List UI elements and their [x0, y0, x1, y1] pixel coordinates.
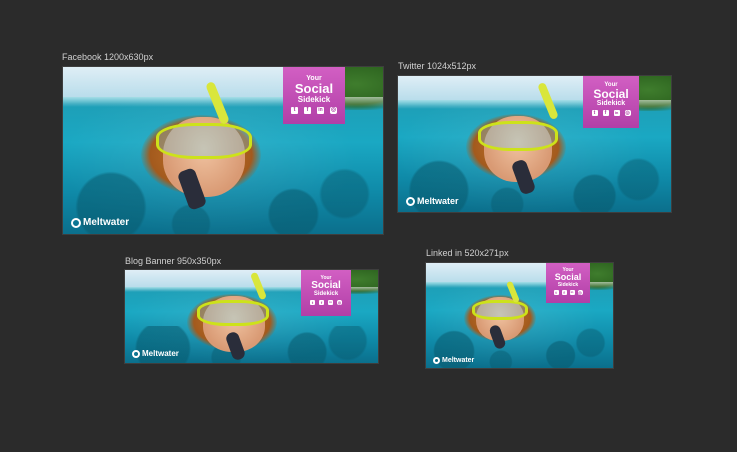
meltwater-logo-text: Meltwater: [417, 196, 459, 206]
meltwater-logo: Meltwater: [433, 357, 474, 364]
badge-line-sidekick: Sidekick: [313, 291, 339, 297]
twitter-icon: t: [553, 290, 559, 295]
social-icons: t f in ◎: [583, 110, 639, 116]
meltwater-mark-icon: [433, 357, 440, 364]
instagram-icon: ◎: [330, 107, 337, 114]
linkedin-icon: in: [317, 107, 324, 114]
facebook-icon: f: [561, 290, 567, 295]
snorkel-mask: [156, 123, 252, 159]
instagram-icon: ◎: [337, 300, 342, 305]
artboard-label-twitter[interactable]: Twitter 1024x512px: [398, 61, 476, 71]
meltwater-mark-icon: [406, 196, 415, 206]
twitter-icon: t: [310, 300, 315, 305]
linkedin-icon: in: [328, 300, 333, 305]
facebook-icon: f: [602, 110, 609, 116]
linkedin-icon: in: [613, 110, 620, 116]
meltwater-logo: Meltwater: [406, 196, 459, 206]
meltwater-logo-text: Meltwater: [142, 349, 179, 358]
instagram-icon: ◎: [624, 110, 631, 116]
social-icons: t f in ◎: [283, 107, 345, 114]
snorkel-mask: [472, 300, 528, 320]
badge-line-sidekick: Sidekick: [297, 95, 331, 104]
artboard-facebook[interactable]: Your Social Sidekick t f in ◎ Meltwater: [62, 66, 384, 235]
facebook-icon: f: [319, 300, 324, 305]
snorkel-mask: [478, 121, 558, 151]
artboard-blog-banner[interactable]: Your Social Sidekick t f in ◎ Meltwater: [124, 269, 379, 364]
sidekick-badge: Your Social Sidekick t f in ◎: [283, 67, 345, 124]
sidekick-badge: Your Social Sidekick t f in ◎: [301, 270, 351, 316]
sidekick-badge: Your Social Sidekick t f in ◎: [583, 76, 639, 128]
badge-line-social: Social: [311, 280, 341, 291]
artboard-label-blog-banner[interactable]: Blog Banner 950x350px: [125, 256, 221, 266]
twitter-icon: t: [591, 110, 598, 116]
snorkel-mask: [197, 300, 269, 326]
facebook-icon: f: [304, 107, 311, 114]
badge-line-sidekick: Sidekick: [596, 100, 626, 107]
artboard-linkedin[interactable]: Your Social Sidekick t f in ◎ Meltwater: [425, 262, 614, 369]
meltwater-logo: Meltwater: [71, 217, 129, 228]
badge-line-social: Social: [554, 272, 582, 282]
meltwater-mark-icon: [71, 217, 81, 228]
instagram-icon: ◎: [577, 290, 583, 295]
artboard-label-linkedin[interactable]: Linked in 520x271px: [426, 248, 509, 258]
artboard-label-facebook[interactable]: Facebook 1200x630px: [62, 52, 153, 62]
meltwater-logo-text: Meltwater: [442, 357, 475, 364]
sidekick-badge: Your Social Sidekick t f in ◎: [546, 263, 590, 303]
badge-line-social: Social: [294, 81, 334, 96]
meltwater-logo: Meltwater: [132, 349, 179, 358]
social-icons: t f in ◎: [301, 300, 351, 305]
social-icons: t f in ◎: [546, 290, 590, 295]
meltwater-mark-icon: [132, 349, 140, 358]
linkedin-icon: in: [569, 290, 575, 295]
badge-line-social: Social: [593, 87, 629, 101]
artboard-twitter[interactable]: Your Social Sidekick t f in ◎ Meltwater: [397, 75, 672, 213]
badge-line-sidekick: Sidekick: [557, 282, 579, 288]
meltwater-logo-text: Meltwater: [83, 217, 130, 228]
twitter-icon: t: [291, 107, 298, 114]
